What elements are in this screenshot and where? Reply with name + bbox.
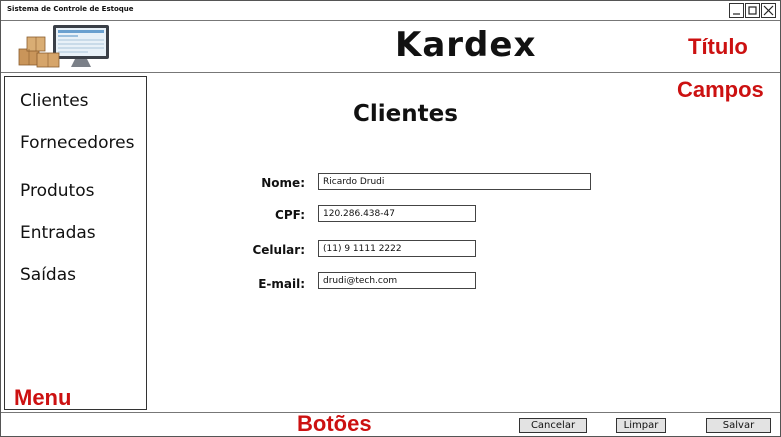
sidebar-item-entradas[interactable]: Entradas (20, 223, 96, 243)
annotation-titulo: Título (688, 34, 748, 59)
clear-button[interactable]: Limpar (616, 418, 666, 433)
sidebar-menu: Clientes Fornecedores Produtos Entradas … (4, 76, 147, 410)
title-bar: Sistema de Controle de Estoque (1, 1, 780, 21)
sidebar-item-produtos[interactable]: Produtos (20, 181, 94, 201)
annotation-menu: Menu (14, 385, 72, 410)
maximize-icon[interactable] (745, 3, 760, 18)
app-window: Sistema de Controle de Estoque Kardex Tí… (0, 0, 781, 437)
sidebar-item-clientes[interactable]: Clientes (20, 91, 89, 111)
sidebar-item-fornecedores[interactable]: Fornecedores (20, 133, 134, 153)
minimize-icon[interactable] (729, 3, 744, 18)
annotation-campos: Campos (677, 77, 764, 102)
section-title: Clientes (353, 101, 458, 127)
window-controls (729, 3, 776, 18)
cpf-label: CPF: (275, 208, 305, 222)
footer-bar: Botões Cancelar Limpar Salvar (1, 411, 780, 436)
save-button[interactable]: Salvar (706, 418, 771, 433)
email-label: E-mail: (258, 277, 305, 291)
cancel-button[interactable]: Cancelar (519, 418, 587, 433)
cpf-field[interactable] (318, 205, 476, 222)
window-title: Sistema de Controle de Estoque (7, 5, 134, 13)
sidebar-item-saidas[interactable]: Saídas (20, 265, 76, 285)
annotation-botoes: Botões (297, 411, 372, 436)
celular-label: Celular: (252, 243, 305, 257)
header: Kardex Título (1, 21, 780, 73)
close-icon[interactable] (761, 3, 776, 18)
nome-label: Nome: (261, 176, 305, 190)
nome-field[interactable] (318, 173, 591, 190)
app-title: Kardex (395, 25, 537, 65)
computer-boxes-logo (15, 23, 115, 71)
email-field[interactable] (318, 272, 476, 289)
celular-field[interactable] (318, 240, 476, 257)
